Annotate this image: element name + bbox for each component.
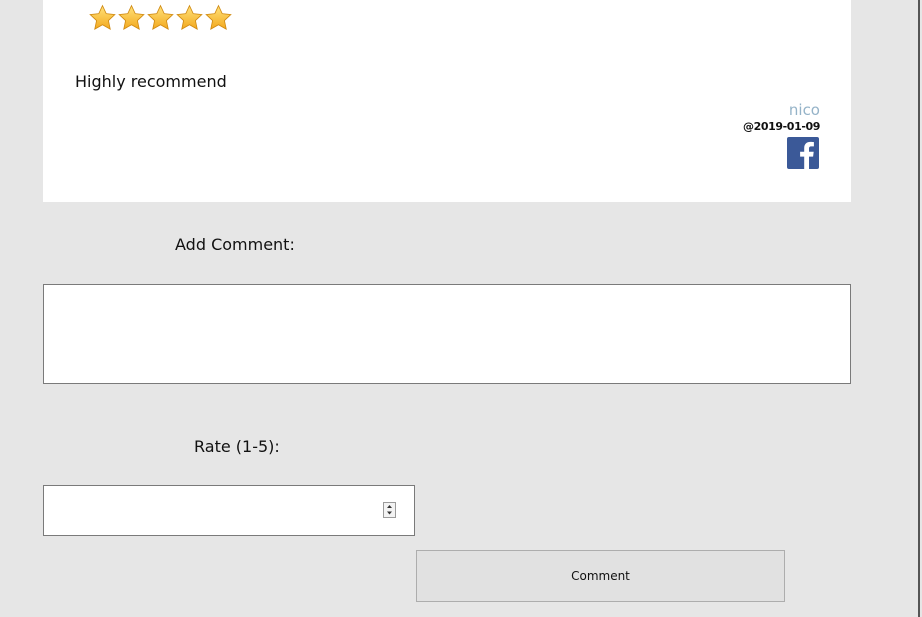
- star-icon: [147, 4, 174, 30]
- star-icon: [176, 4, 203, 30]
- star-rating: [88, 3, 233, 33]
- add-comment-label: Add Comment:: [175, 235, 295, 254]
- arrow-down-icon: [387, 511, 392, 515]
- star-icon: [118, 4, 145, 30]
- review-text: Highly recommend: [75, 72, 227, 91]
- rate-field[interactable]: [43, 485, 415, 536]
- review-date: @2019-01-09: [743, 120, 820, 133]
- rate-label: Rate (1-5):: [194, 437, 280, 456]
- review-author[interactable]: nico: [789, 101, 820, 119]
- window-edge: [918, 0, 920, 617]
- rate-input[interactable]: [48, 490, 372, 532]
- review-page: Highly recommend nico @2019-01-09 Add Co…: [0, 0, 922, 617]
- review-card: Highly recommend nico @2019-01-09: [43, 0, 851, 202]
- facebook-icon[interactable]: [787, 137, 819, 169]
- comment-input[interactable]: [43, 284, 851, 384]
- star-icon: [89, 4, 116, 30]
- spin-down-button[interactable]: [384, 510, 395, 517]
- arrow-up-icon: [387, 505, 392, 508]
- spin-up-button[interactable]: [384, 503, 395, 510]
- star-icon: [205, 4, 232, 30]
- comment-button[interactable]: Comment: [416, 550, 785, 602]
- rate-spinner: [383, 502, 396, 518]
